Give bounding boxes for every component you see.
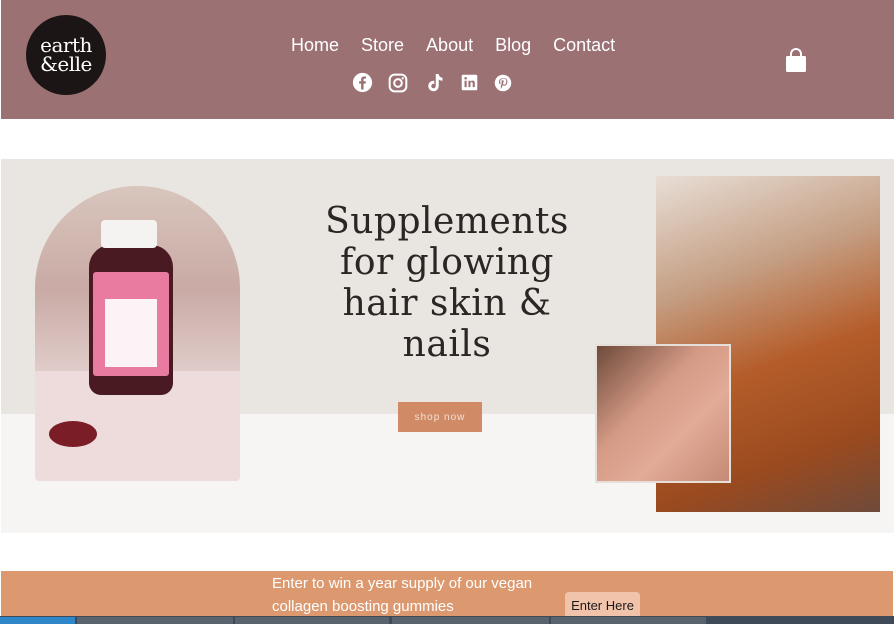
facebook-icon[interactable]: [352, 72, 373, 98]
hero-headline-line3: hair skin &: [342, 283, 552, 324]
site-header: earth &elle Home Store About Blog Contac…: [1, 0, 894, 119]
nav-contact[interactable]: Contact: [553, 35, 615, 55]
enter-here-button[interactable]: Enter Here: [565, 592, 640, 619]
nav-store[interactable]: Store: [361, 35, 404, 55]
linkedin-icon[interactable]: [461, 74, 478, 96]
model-face-photo: [595, 344, 731, 483]
taskbar-item-4[interactable]: [392, 617, 549, 624]
taskbar-item-1[interactable]: [0, 617, 75, 624]
hero-banner[interactable]: Supplements for glowing hair skin & nail…: [1, 159, 894, 533]
nav-about[interactable]: About: [426, 35, 473, 55]
hero-headline-line1: Supplements: [325, 201, 569, 242]
logo-line2: &elle: [40, 52, 92, 76]
supplement-jar-lid: [101, 220, 157, 248]
hero-headline-line4: nails: [402, 324, 492, 365]
promo-bar: Enter to win a year supply of our vegan …: [1, 571, 893, 619]
nav-home[interactable]: Home: [291, 35, 339, 55]
brand-logo[interactable]: earth &elle: [26, 15, 106, 95]
hero-headline-line2: for glowing: [340, 242, 554, 283]
main-nav: Home Store About Blog Contact: [291, 35, 637, 55]
promo-text: Enter to win a year supply of our vegan …: [272, 575, 533, 615]
pinterest-icon[interactable]: [494, 74, 512, 97]
instagram-icon[interactable]: [388, 73, 408, 98]
tiktok-icon[interactable]: [426, 73, 444, 98]
taskbar-item-5[interactable]: [551, 617, 706, 624]
shop-now-button[interactable]: shop now: [398, 402, 482, 432]
gummy-spoon: [49, 421, 97, 447]
taskbar-item-3[interactable]: [235, 617, 389, 624]
hero-headline: Supplements for glowing hair skin & nail…: [301, 201, 593, 365]
taskbar-item-2[interactable]: [77, 617, 233, 624]
supplement-jar-label-panel: [105, 299, 157, 367]
nav-blog[interactable]: Blog: [495, 35, 531, 55]
social-links: [352, 72, 512, 98]
shopping-bag-icon[interactable]: [784, 48, 808, 74]
